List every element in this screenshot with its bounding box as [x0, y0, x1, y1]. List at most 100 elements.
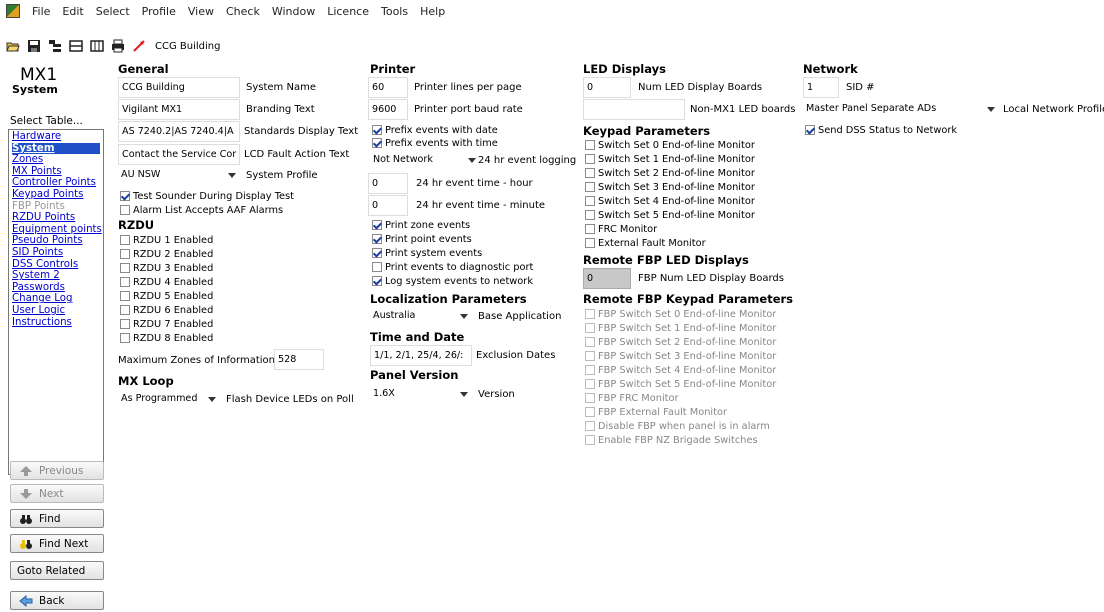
rzdu-5-checkbox[interactable]: RZDU 5 Enabled — [120, 290, 213, 302]
table-link-hardware[interactable]: Hardware — [12, 131, 100, 143]
network-profile-dropdown[interactable]: Master Panel Separate ADs — [803, 99, 999, 119]
non-mx1-led-field[interactable] — [583, 99, 685, 120]
fbp-switch-set-0-checkbox: FBP Switch Set 0 End-of-line Monitor — [585, 308, 776, 320]
tree-icon[interactable] — [46, 38, 64, 54]
open-folder-icon[interactable] — [4, 38, 22, 54]
find-button[interactable]: Find — [10, 509, 104, 528]
checkbox-box — [585, 421, 595, 431]
rzdu-2-checkbox[interactable]: RZDU 2 Enabled — [120, 248, 213, 260]
product-title: MX1 — [20, 65, 58, 85]
left-panel: MX1 System Select Table... Hardware Syst… — [6, 63, 104, 612]
table-link-sid-points[interactable]: SID Points — [12, 247, 100, 259]
menu-check[interactable]: Check — [220, 5, 266, 18]
menu-window[interactable]: Window — [266, 5, 321, 18]
switch-set-0-checkbox[interactable]: Switch Set 0 End-of-line Monitor — [585, 139, 755, 151]
rzdu-1-checkbox[interactable]: RZDU 1 Enabled — [120, 234, 213, 246]
table-link-keypad-points[interactable]: Keypad Points — [12, 189, 100, 201]
find-next-button[interactable]: Find Next — [10, 534, 104, 553]
system-name-field[interactable]: CCG Building — [118, 77, 240, 98]
table-link-dss-controls[interactable]: DSS Controls — [12, 259, 100, 271]
baud-rate-field[interactable]: 9600 — [368, 99, 408, 120]
fbp-switch-set-5-checkbox: FBP Switch Set 5 End-of-line Monitor — [585, 378, 776, 390]
lcd-fault-action-field[interactable]: Contact the Service Cor — [118, 144, 240, 165]
printer-lines-field[interactable]: 60 — [368, 77, 408, 98]
mx-loop-heading: MX Loop — [118, 374, 174, 388]
version-dropdown[interactable]: 1.6X — [370, 384, 472, 404]
exclusion-dates-field[interactable]: 1/1, 2/1, 25/4, 26/: — [370, 345, 472, 366]
previous-button[interactable]: Previous — [10, 461, 104, 480]
sid-field[interactable]: 1 — [803, 77, 839, 98]
base-application-dropdown[interactable]: Australia — [370, 306, 472, 326]
table-icon[interactable] — [88, 38, 106, 54]
print-system-events-checkbox[interactable]: Print system events — [372, 247, 482, 259]
branding-text-field[interactable]: Vigilant MX1 — [118, 99, 240, 120]
event-logging-dropdown[interactable]: Not Network — [370, 150, 480, 170]
num-led-boards-field[interactable]: 0 — [583, 77, 631, 98]
next-button[interactable]: Next — [10, 484, 104, 503]
table-link-equipment-points[interactable]: Equipment points — [12, 224, 102, 236]
switch-set-1-checkbox[interactable]: Switch Set 1 End-of-line Monitor — [585, 153, 755, 165]
max-zones-label: Maximum Zones of Information — [118, 355, 276, 366]
menu-profile[interactable]: Profile — [136, 5, 182, 18]
log-to-network-checkbox[interactable]: Log system events to network — [372, 275, 533, 287]
menu-help[interactable]: Help — [414, 5, 451, 18]
version-label: Version — [478, 389, 515, 400]
frc-monitor-checkbox[interactable]: FRC Monitor — [585, 223, 657, 235]
save-icon[interactable] — [25, 38, 43, 54]
log-to-network-label: Log system events to network — [385, 275, 534, 287]
alarm-list-aaf-checkbox[interactable]: Alarm List Accepts AAF Alarms — [120, 204, 283, 216]
switch-set-2-checkbox[interactable]: Switch Set 2 End-of-line Monitor — [585, 167, 755, 179]
table-link-zones[interactable]: Zones — [12, 154, 100, 166]
table-link-system-2[interactable]: System 2 — [12, 270, 100, 282]
checkbox-box — [120, 333, 130, 343]
list-icon[interactable] — [67, 38, 85, 54]
print-point-events-checkbox[interactable]: Print point events — [372, 233, 472, 245]
rzdu-3-checkbox[interactable]: RZDU 3 Enabled — [120, 262, 213, 274]
switch-set-4-checkbox[interactable]: Switch Set 4 End-of-line Monitor — [585, 195, 755, 207]
external-fault-checkbox[interactable]: External Fault Monitor — [585, 237, 706, 249]
table-link-passwords[interactable]: Passwords — [12, 282, 100, 294]
menu-view[interactable]: View — [182, 5, 220, 18]
max-zones-field[interactable]: 528 — [274, 349, 324, 370]
print-icon[interactable] — [109, 38, 127, 54]
table-link-rzdu-points[interactable]: RZDU Points — [12, 212, 100, 224]
edit-arrow-icon[interactable] — [130, 38, 148, 54]
rzdu-8-checkbox[interactable]: RZDU 8 Enabled — [120, 332, 213, 344]
table-link-system[interactable]: System — [12, 142, 100, 155]
toolbar: CCG Building — [0, 35, 1104, 57]
menu-edit[interactable]: Edit — [56, 5, 89, 18]
fbp-keypad-heading: Remote FBP Keypad Parameters — [583, 292, 794, 306]
checkbox-box — [120, 205, 130, 215]
rzdu-4-checkbox[interactable]: RZDU 4 Enabled — [120, 276, 213, 288]
prefix-date-checkbox[interactable]: Prefix events with date — [372, 124, 498, 136]
print-diagnostic-checkbox[interactable]: Print events to diagnostic port — [372, 261, 533, 273]
menu-file[interactable]: File — [26, 5, 56, 18]
send-dss-status-checkbox[interactable]: Send DSS Status to Network — [805, 124, 957, 136]
chevron-down-icon — [460, 314, 468, 319]
table-link-user-logic[interactable]: User Logic — [12, 305, 100, 317]
prefix-time-checkbox[interactable]: Prefix events with time — [372, 137, 498, 149]
flash-leds-dropdown[interactable]: As Programmed — [118, 389, 220, 409]
rzdu-7-checkbox[interactable]: RZDU 7 Enabled — [120, 318, 213, 330]
print-zone-events-checkbox[interactable]: Print zone events — [372, 219, 470, 231]
table-link-mx-points[interactable]: MX Points — [12, 166, 100, 178]
menu-tools[interactable]: Tools — [375, 5, 414, 18]
table-link-controller-points[interactable]: Controller Points — [12, 177, 100, 189]
table-link-pseudo-points[interactable]: Pseudo Points — [12, 235, 100, 247]
goto-related-button[interactable]: Goto Related — [10, 561, 104, 580]
menu-licence[interactable]: Licence — [321, 5, 375, 18]
event-hour-field[interactable]: 0 — [368, 173, 408, 194]
event-minute-field[interactable]: 0 — [368, 195, 408, 216]
table-link-change-log[interactable]: Change Log — [12, 293, 100, 305]
switch-set-3-checkbox[interactable]: Switch Set 3 End-of-line Monitor — [585, 181, 755, 193]
system-profile-dropdown[interactable]: AU NSW — [118, 165, 240, 185]
standards-display-field[interactable]: AS 7240.2|AS 7240.4|A — [118, 121, 240, 142]
rzdu-6-checkbox[interactable]: RZDU 6 Enabled — [120, 304, 213, 316]
back-button[interactable]: Back — [10, 591, 104, 610]
switch-set-5-checkbox[interactable]: Switch Set 5 End-of-line Monitor — [585, 209, 755, 221]
checkbox-box — [585, 309, 595, 319]
test-sounder-checkbox[interactable]: Test Sounder During Display Test — [120, 190, 294, 202]
test-sounder-label: Test Sounder During Display Test — [133, 190, 294, 202]
table-link-instructions[interactable]: Instructions — [12, 317, 100, 329]
menu-select[interactable]: Select — [90, 5, 136, 18]
